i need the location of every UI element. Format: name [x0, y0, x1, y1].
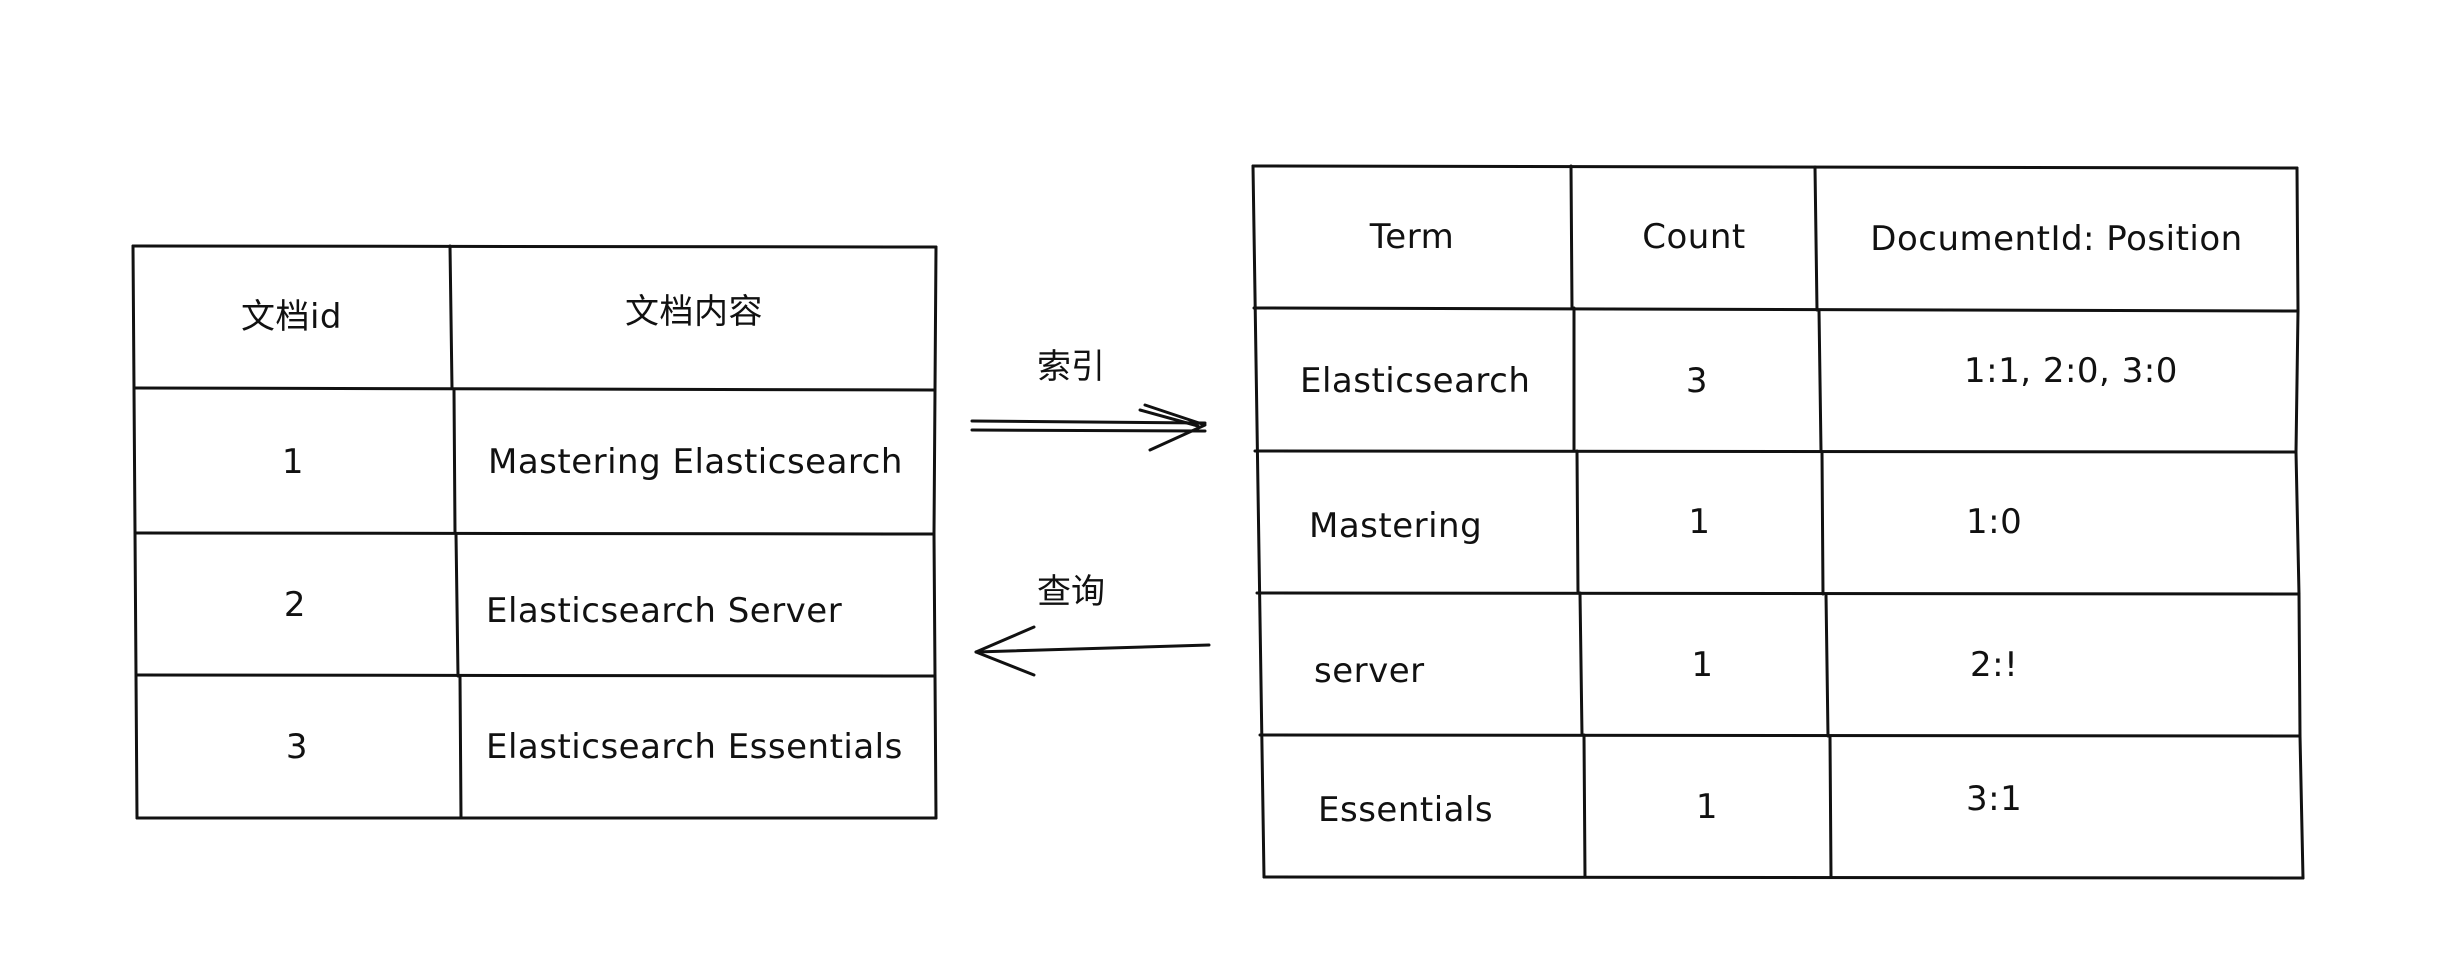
- documents-row-2-id: 2: [283, 585, 307, 625]
- query-arrow: [974, 625, 1211, 677]
- index-row-1-term: Elasticsearch: [1300, 360, 1531, 401]
- index-row-4-positions: 3:1: [1966, 778, 2023, 819]
- index-header-count: Count: [1642, 217, 1746, 257]
- documents-row-3-id: 3: [285, 727, 309, 767]
- documents-row-2-content: Elasticsearch Server: [486, 591, 843, 631]
- index-row-4-count: 1: [1695, 786, 1719, 827]
- documents-header-id: 文档id: [240, 297, 343, 337]
- index-row-2-term: Mastering: [1309, 505, 1483, 546]
- index-header-position: DocumentId: Position: [1870, 218, 2243, 259]
- documents-row-1-id: 1: [281, 441, 305, 482]
- index-header-term: Term: [1369, 217, 1455, 257]
- documents-row-3-content: Elasticsearch Essentials: [486, 727, 903, 767]
- index-row-2-count: 1: [1688, 502, 1711, 542]
- index-row-4-term: Essentials: [1318, 789, 1494, 830]
- index-row-1-positions: 1:1, 2:0, 3:0: [1964, 350, 2178, 391]
- index-arrow: [970, 403, 1207, 452]
- documents-row-1-content: Mastering Elasticsearch: [488, 441, 903, 482]
- index-row-2-positions: 1:0: [1966, 502, 2023, 542]
- index-row-3-count: 1: [1691, 645, 1714, 685]
- diagram-canvas: 文档id 文档内容 1 Mastering Elasticsearch 2 El…: [0, 0, 2442, 978]
- index-row-3-positions: 2:!: [1970, 645, 2019, 685]
- index-row-1-count: 3: [1685, 360, 1709, 401]
- index-arrow-label: 索引: [1037, 347, 1105, 387]
- query-arrow-label: 查询: [1037, 572, 1105, 612]
- documents-header-content: 文档内容: [625, 292, 763, 332]
- index-row-3-term: server: [1314, 651, 1425, 691]
